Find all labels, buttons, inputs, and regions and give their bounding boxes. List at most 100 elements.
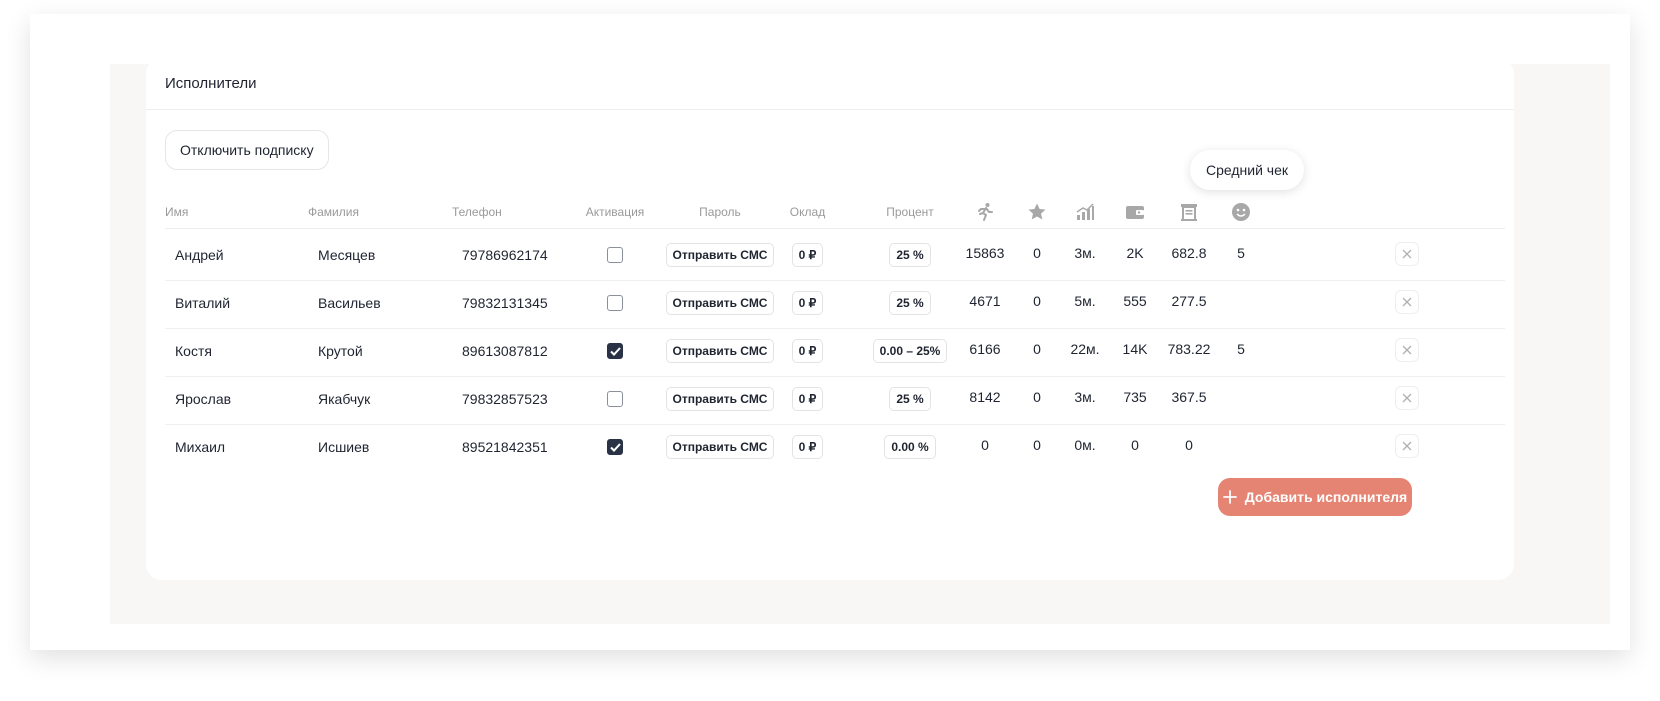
plus-icon — [1222, 490, 1237, 504]
percent-input[interactable]: 25 % — [889, 291, 931, 315]
send-sms-button[interactable]: Отправить СМС — [665, 435, 775, 459]
close-icon — [1402, 297, 1412, 307]
col-activation[interactable]: Активация — [575, 195, 655, 229]
wallet-value: 14K — [1122, 341, 1148, 357]
delete-button[interactable] — [1395, 386, 1419, 410]
phone-cell: 79832857523 — [462, 391, 548, 407]
first-name-cell: Михаил — [175, 439, 226, 455]
stars-value: 0 — [1033, 389, 1041, 405]
smiley-icon[interactable] — [1221, 195, 1261, 229]
wallet-icon[interactable] — [1115, 195, 1155, 229]
salary-cell: 0 ₽ — [780, 374, 835, 424]
salary-input[interactable]: 0 ₽ — [791, 339, 824, 363]
col-last-name[interactable]: Фамилия — [308, 195, 438, 229]
last-name-cell: Месяцев — [318, 247, 376, 263]
first-name-cell: Виталий — [175, 295, 231, 311]
table-row: Виталий Васильев 79832131345 Отправить СМС 0… — [165, 278, 1505, 329]
tenure-value: 22м. — [1070, 341, 1100, 357]
runs-value: 6166 — [969, 341, 1001, 357]
table-row: Ярослав Якабчук 79832857523 Отправить СМС 0 … — [165, 374, 1505, 425]
phone-cell: 89521842351 — [462, 439, 548, 455]
password-cell: Отправить СМС — [665, 230, 775, 280]
star-icon[interactable] — [1017, 195, 1057, 229]
table-row: Андрей Месяцев 79786962174 Отправить СМС 0 ₽… — [165, 230, 1505, 281]
wallet-value: 2K — [1126, 245, 1144, 261]
salary-cell: 0 ₽ — [780, 278, 835, 328]
tenure-value: 3м. — [1074, 245, 1096, 261]
activation-checkbox[interactable] — [607, 247, 623, 263]
send-sms-button[interactable]: Отправить СМС — [665, 339, 775, 363]
send-sms-button[interactable]: Отправить СМС — [665, 291, 775, 315]
send-sms-button[interactable]: Отправить СМС — [665, 243, 775, 267]
col-salary[interactable]: Оклад — [780, 195, 835, 229]
col-phone[interactable]: Телефон — [452, 195, 572, 229]
receipt-icon[interactable] — [1169, 195, 1209, 229]
rating-value — [1221, 374, 1261, 420]
table-row: Костя Крутой 89613087812 Отправить СМС 0 ₽ 0.… — [165, 326, 1505, 377]
close-icon — [1402, 345, 1412, 355]
percent-input[interactable]: 25 % — [889, 243, 931, 267]
percent-cell: 0.00 – 25% — [855, 326, 965, 376]
send-sms-button[interactable]: Отправить СМС — [665, 387, 775, 411]
password-cell: Отправить СМС — [665, 326, 775, 376]
card-title: Исполнители — [146, 58, 1514, 110]
delete-button[interactable] — [1395, 434, 1419, 458]
salary-input[interactable]: 0 ₽ — [791, 435, 824, 459]
delete-button[interactable] — [1395, 290, 1419, 314]
rating-value — [1221, 278, 1261, 324]
wallet-value: 555 — [1123, 293, 1147, 309]
salary-input[interactable]: 0 ₽ — [791, 243, 824, 267]
unsubscribe-button[interactable]: Отключить подписку — [165, 130, 329, 170]
wallet-value: 735 — [1123, 389, 1147, 405]
salary-cell: 0 ₽ — [780, 230, 835, 280]
activation-checkbox[interactable] — [607, 343, 623, 359]
phone-cell: 79832131345 — [462, 295, 548, 311]
activation-checkbox[interactable] — [607, 439, 623, 455]
avg-check-value: 682.8 — [1171, 245, 1207, 261]
growth-chart-icon[interactable] — [1065, 195, 1105, 229]
delete-button[interactable] — [1395, 338, 1419, 362]
password-cell: Отправить СМС — [665, 374, 775, 424]
last-name-cell: Васильев — [318, 295, 381, 311]
percent-input[interactable]: 0.00 % — [884, 435, 936, 459]
salary-input[interactable]: 0 ₽ — [791, 291, 824, 315]
percent-input[interactable]: 25 % — [889, 387, 931, 411]
avg-check-value: 367.5 — [1171, 389, 1207, 405]
close-icon — [1402, 441, 1412, 451]
percent-input[interactable]: 0.00 – 25% — [872, 339, 948, 363]
first-name-cell: Костя — [175, 343, 212, 359]
runs-value: 15863 — [965, 245, 1005, 261]
tenure-value: 5м. — [1074, 293, 1096, 309]
activation-cell — [575, 278, 655, 328]
tooltip-average-check: Средний чек — [1190, 150, 1304, 190]
password-cell: Отправить СМС — [665, 422, 775, 472]
last-name-cell: Крутой — [318, 343, 363, 359]
avg-check-value: 0 — [1185, 437, 1193, 453]
phone-cell: 89613087812 — [462, 343, 548, 359]
col-first-name[interactable]: Имя — [165, 195, 295, 229]
col-password[interactable]: Пароль — [665, 195, 775, 229]
close-icon — [1402, 393, 1412, 403]
first-name-cell: Андрей — [175, 247, 224, 263]
percent-cell: 25 % — [855, 230, 965, 280]
stars-value: 0 — [1033, 293, 1041, 309]
add-performer-button[interactable]: Добавить исполнителя — [1218, 478, 1412, 516]
rating-value: 5 — [1237, 341, 1245, 357]
avg-check-value: 277.5 — [1171, 293, 1207, 309]
percent-cell: 0.00 % — [855, 422, 965, 472]
delete-button[interactable] — [1395, 242, 1419, 266]
salary-input[interactable]: 0 ₽ — [791, 387, 824, 411]
rating-value: 5 — [1237, 245, 1245, 261]
first-name-cell: Ярослав — [175, 391, 232, 407]
runs-value: 0 — [981, 437, 989, 453]
table-header: Имя Фамилия Телефон Активация Пароль Окл… — [165, 195, 1505, 229]
stars-value: 0 — [1033, 245, 1041, 261]
salary-cell: 0 ₽ — [780, 326, 835, 376]
activation-checkbox[interactable] — [607, 295, 623, 311]
col-percent[interactable]: Процент — [855, 195, 965, 229]
running-icon[interactable] — [965, 195, 1005, 229]
stars-value: 0 — [1033, 341, 1041, 357]
performers-card: Исполнители Отключить подписку Средний ч… — [146, 58, 1514, 580]
activation-checkbox[interactable] — [607, 391, 623, 407]
avg-check-value: 783.22 — [1167, 341, 1211, 357]
